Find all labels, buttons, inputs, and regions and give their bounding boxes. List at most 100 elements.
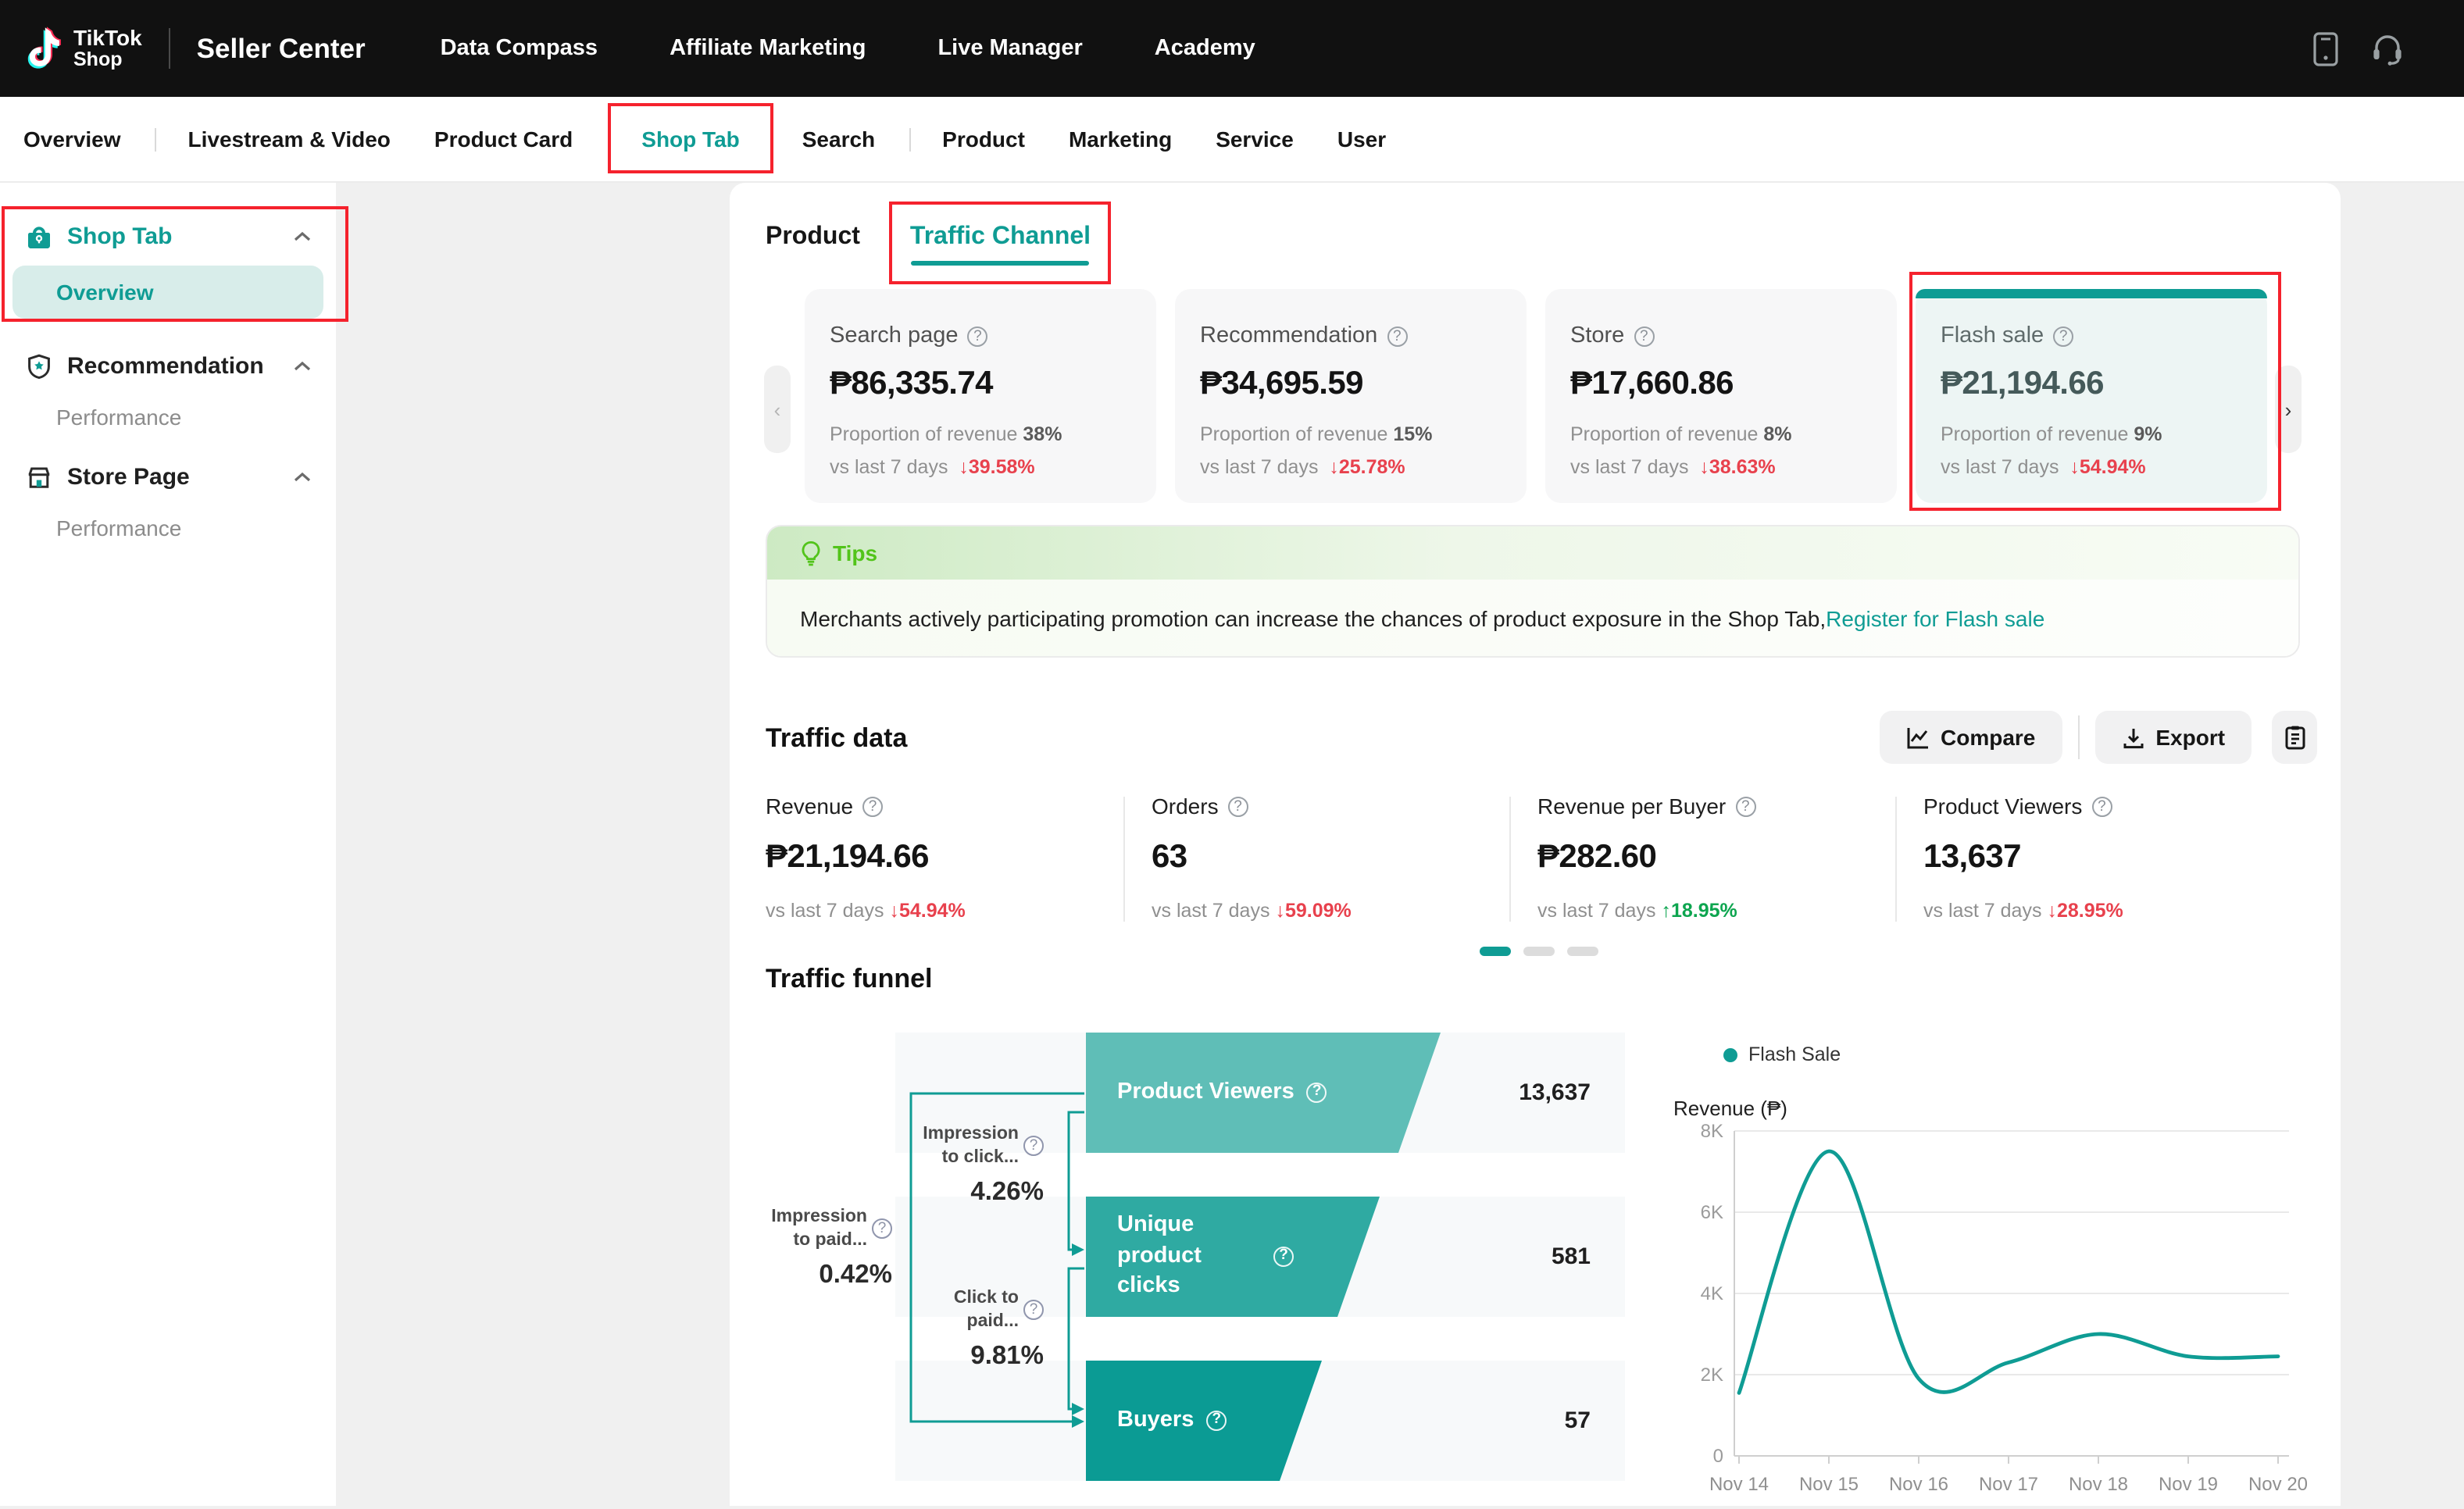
app-title: Seller Center [197, 32, 366, 65]
sidebar-item-overview[interactable]: Overview [12, 266, 323, 319]
help-icon[interactable] [2053, 326, 2073, 346]
nav-item-shop-tab[interactable]: Shop Tab [641, 127, 739, 152]
sidebar-item-label: Recommendation [67, 353, 280, 380]
help-icon[interactable] [1273, 1247, 1294, 1267]
sidebar-item-shop-tab[interactable]: Shop Tab [0, 211, 336, 262]
nav-item-shop-tab-label: Shop Tab [641, 127, 739, 152]
nav-item-marketing[interactable]: Marketing [1069, 127, 1172, 152]
topbar-item-live-manager[interactable]: Live Manager [937, 36, 1082, 61]
sidebar-item-label: Shop Tab [67, 223, 280, 250]
funnel-stage-label: Product Viewers [1117, 1077, 1294, 1108]
register-flash-sale-link[interactable]: Register for Flash sale [1826, 606, 2044, 631]
funnel-value-unique-product-clicks: 581 [1466, 1243, 1591, 1270]
tips-banner: Tips Merchants actively participating pr… [766, 525, 2300, 658]
topbar: TikTok Shop Seller Center Data Compass A… [0, 0, 2464, 97]
nav-item-user[interactable]: User [1337, 127, 1386, 152]
metric-value: ₱282.60 [1537, 839, 1881, 876]
funnel-stage-product-viewers: Product Viewers [1086, 1033, 1441, 1153]
svg-text:Nov 17: Nov 17 [1979, 1474, 2038, 1495]
card-title: Recommendation [1200, 323, 1377, 348]
carousel-next-button[interactable]: › [2275, 366, 2302, 453]
svg-text:Nov 14: Nov 14 [1709, 1474, 1769, 1495]
channel-card-search-page[interactable]: Search page ₱86,335.74 Proportion of rev… [805, 289, 1156, 503]
card-proportion: Proportion of revenue 8% [1570, 423, 1872, 445]
tab-product[interactable]: Product [766, 223, 860, 251]
sidebar-item-recommendation[interactable]: Recommendation [0, 341, 336, 392]
metric-divider [1509, 797, 1511, 922]
channel-card-recommendation[interactable]: Recommendation ₱34,695.59 Proportion of … [1175, 289, 1527, 503]
metrics-pagination [1480, 947, 1598, 956]
help-icon[interactable] [1228, 796, 1248, 816]
topbar-item-affiliate-marketing[interactable]: Affiliate Marketing [670, 36, 866, 61]
channel-cards: Search page ₱86,335.74 Proportion of rev… [805, 289, 2267, 503]
help-icon[interactable] [1634, 326, 1654, 346]
button-divider [2077, 715, 2079, 759]
help-icon[interactable] [862, 796, 883, 816]
active-tab-underline [912, 261, 1089, 266]
main-panel: Product Traffic Channel Search page ₱86,… [730, 183, 2341, 1506]
sidebar-item-performance-recommendation[interactable]: Performance [0, 392, 336, 442]
help-icon[interactable] [967, 326, 987, 346]
sidebar-item-performance-store-page[interactable]: Performance [0, 503, 336, 553]
section-nav: Overview Livestream & Video Product Card… [0, 97, 2464, 183]
traffic-funnel-heading: Traffic funnel [766, 964, 932, 995]
chevron-up-icon [294, 472, 311, 483]
card-value: ₱17,660.86 [1570, 366, 1872, 403]
tiktok-note-icon [22, 25, 62, 72]
tiktok-shop-logo[interactable]: TikTok Shop [22, 25, 142, 72]
card-title: Flash sale [1941, 323, 2044, 348]
metric-vs: vs last 7 days ↓54.94% [766, 900, 1109, 922]
tips-text: Merchants actively participating promoti… [800, 606, 1826, 631]
funnel-stage-label: Unique product clicks [1117, 1211, 1261, 1302]
export-label: Export [2155, 725, 2225, 750]
metric-label: Revenue per Buyer [1537, 794, 1726, 819]
pagination-dash[interactable] [1523, 947, 1555, 956]
card-title: Search page [830, 323, 958, 348]
topbar-item-data-compass[interactable]: Data Compass [441, 36, 598, 61]
seller-center-page: TikTok Shop Seller Center Data Compass A… [0, 0, 2464, 1506]
brand-line2: Shop [73, 50, 142, 70]
nav-item-service[interactable]: Service [1216, 127, 1294, 152]
nav-item-livestream-video[interactable]: Livestream & Video [188, 127, 391, 152]
svg-text:Nov 15: Nov 15 [1799, 1474, 1859, 1495]
pagination-dash-active[interactable] [1480, 947, 1511, 956]
nav-item-overview[interactable]: Overview [23, 127, 121, 152]
metric-revenue-per-buyer: Revenue per Buyer ₱282.60 vs last 7 days… [1537, 794, 1881, 922]
nav-item-product-card[interactable]: Product Card [434, 127, 573, 152]
topbar-item-academy[interactable]: Academy [1155, 36, 1255, 61]
card-vs: vs last 7 days ↓38.63% [1570, 456, 1872, 478]
chevron-up-icon [294, 361, 311, 372]
card-vs: vs last 7 days ↓54.94% [1941, 456, 2242, 478]
headset-support-icon[interactable] [2370, 31, 2405, 66]
svg-text:Nov 19: Nov 19 [2159, 1474, 2218, 1495]
compare-button[interactable]: Compare [1880, 711, 2062, 764]
help-icon[interactable] [1387, 326, 1407, 346]
channel-card-store[interactable]: Store ₱17,660.86 Proportion of revenue 8… [1545, 289, 1897, 503]
export-button[interactable]: Export [2094, 711, 2252, 764]
rate-impression-to-paid: Impressionto paid... 0.42% [758, 1206, 892, 1290]
help-icon[interactable] [2091, 796, 2112, 816]
report-button[interactable] [2272, 711, 2317, 764]
carousel-prev-button[interactable]: ‹ [764, 366, 791, 453]
metric-orders: Orders 63 vs last 7 days ↓59.09% [1152, 794, 1495, 922]
nav-item-search[interactable]: Search [802, 127, 875, 152]
metric-value: 13,637 [1923, 839, 2267, 876]
metric-value: 63 [1152, 839, 1495, 876]
channel-card-flash-sale[interactable]: Flash sale ₱21,194.66 Proportion of reve… [1916, 289, 2267, 503]
nav-item-product[interactable]: Product [942, 127, 1025, 152]
help-icon[interactable] [1307, 1083, 1327, 1103]
mobile-app-icon[interactable] [2312, 30, 2339, 66]
tab-traffic-channel[interactable]: Traffic Channel [910, 223, 1091, 251]
help-icon[interactable] [1023, 1300, 1044, 1321]
help-icon[interactable] [872, 1219, 892, 1240]
card-proportion: Proportion of revenue 15% [1200, 423, 1502, 445]
sidebar-item-store-page[interactable]: Store Page [0, 451, 336, 503]
help-icon[interactable] [1023, 1136, 1044, 1157]
help-icon[interactable] [1735, 796, 1755, 816]
help-icon[interactable] [1206, 1411, 1227, 1431]
card-value: ₱86,335.74 [830, 366, 1131, 403]
download-icon [2121, 726, 2144, 749]
tips-label: Tips [833, 540, 877, 565]
svg-text:8K: 8K [1701, 1121, 1723, 1142]
pagination-dash[interactable] [1567, 947, 1598, 956]
